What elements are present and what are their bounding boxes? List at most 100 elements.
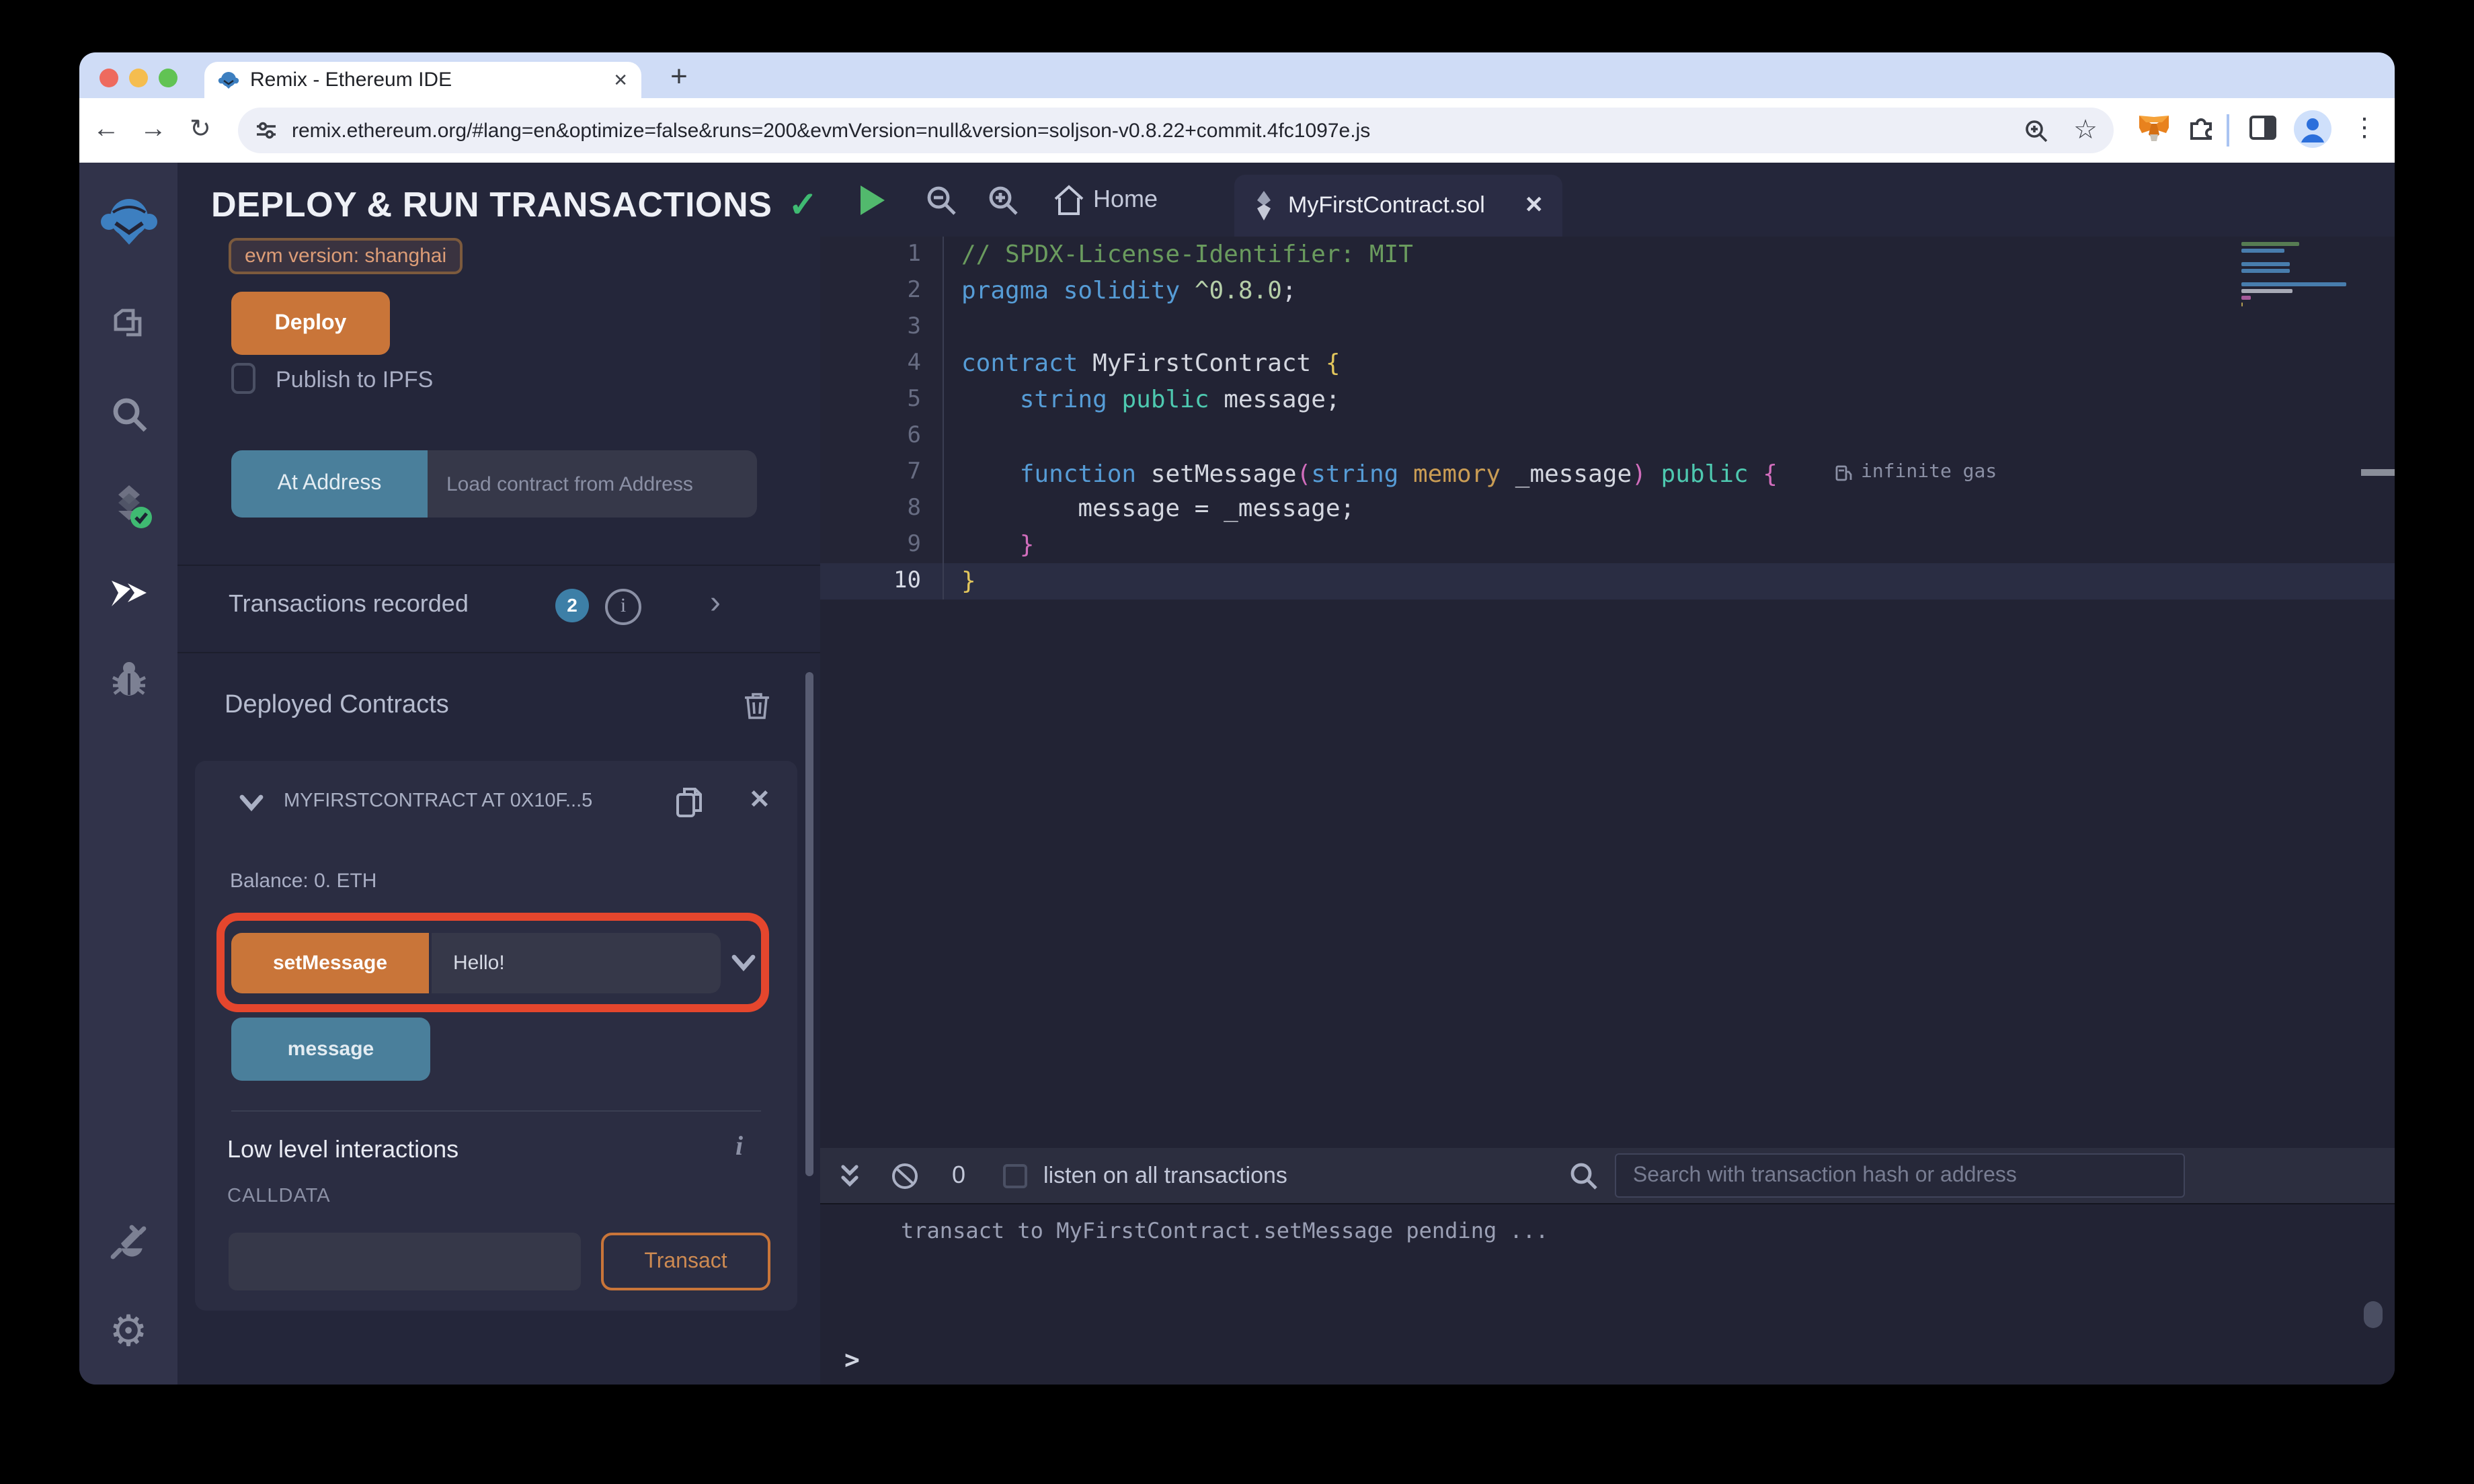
card-divider [231, 1110, 761, 1112]
code-editor[interactable]: 1 // SPDX-License-Identifier: MIT 2 pragma … [820, 237, 2395, 1148]
editor-column: Home MyFirstContract.sol ✕ 1 // SPDX-Lice… [820, 163, 2395, 1385]
line-number: 1 [820, 237, 944, 273]
contract-title: MYFIRSTCONTRACT AT 0X10F...5 [284, 790, 593, 812]
at-address-button[interactable]: At Address [231, 450, 428, 518]
set-message-expand-chevron-icon[interactable] [731, 953, 756, 972]
zoom-icon[interactable] [2024, 118, 2049, 143]
terminal-log[interactable]: transact to MyFirstContract.setMessage p… [820, 1204, 2395, 1385]
search-icon[interactable] [79, 394, 177, 434]
gas-annotation: infinite gas [1834, 454, 1997, 491]
editor-scroll-marker[interactable] [2361, 469, 2395, 476]
remix-logo [79, 194, 177, 253]
terminal-collapse-icon[interactable] [839, 1162, 861, 1189]
transactions-info-icon[interactable]: i [605, 589, 641, 625]
panel-scrollbar[interactable] [805, 672, 813, 1176]
settings-gear-icon[interactable]: ⚙ [79, 1308, 177, 1354]
home-tab-label[interactable]: Home [1093, 186, 1158, 214]
code-line[interactable]: 3 [820, 309, 2395, 345]
copy-icon[interactable] [672, 784, 707, 821]
browser-toolbar: ← → ↻ remix.ethereum.org/#lang=en&optimi… [79, 98, 2395, 163]
tab-close-icon[interactable]: ✕ [613, 69, 628, 91]
low-level-info-icon[interactable]: i [735, 1132, 743, 1163]
deploy-button[interactable]: Deploy [231, 292, 390, 355]
line-code: } [961, 567, 976, 595]
terminal-toolbar: 0 listen on all transactions [820, 1148, 2395, 1204]
transactions-expand-chevron-icon[interactable]: › [710, 585, 721, 622]
file-tab-label: MyFirstContract.sol [1288, 192, 1485, 218]
calldata-input[interactable] [229, 1233, 581, 1290]
zoom-in-icon[interactable] [987, 184, 1019, 216]
url-text[interactable]: remix.ethereum.org/#lang=en&optimize=fal… [292, 119, 2024, 142]
terminal-log-line: transact to MyFirstContract.setMessage p… [901, 1218, 1549, 1243]
reload-icon[interactable]: ↻ [190, 114, 211, 145]
menu-kebab-icon[interactable]: ⋮ [2352, 113, 2377, 144]
home-icon[interactable] [1051, 183, 1086, 218]
plugin-manager-icon[interactable] [79, 1219, 177, 1262]
set-message-button[interactable]: setMessage [231, 933, 429, 993]
zoom-out-icon[interactable] [925, 184, 957, 216]
line-code: pragma solidity ^0.8.0; [961, 277, 1297, 305]
line-number: 8 [820, 491, 944, 527]
code-line[interactable]: 7 function setMessage(string memory _mes… [820, 454, 2395, 491]
line-number: 2 [820, 273, 944, 309]
code-lines: 1 // SPDX-License-Identifier: MIT 2 pragma … [820, 237, 2395, 600]
bookmark-star-icon[interactable]: ☆ [2073, 117, 2098, 144]
code-line[interactable]: 10} [820, 563, 2395, 600]
deployed-contract-card: MYFIRSTCONTRACT AT 0X10F...5 ✕ Balance: … [195, 761, 797, 1311]
tab-title: Remix - Ethereum IDE [250, 69, 452, 91]
contract-close-icon[interactable]: ✕ [749, 785, 770, 816]
section-divider [177, 565, 820, 566]
window-zoom-button[interactable] [159, 69, 177, 87]
terminal-search-icon [1570, 1161, 1599, 1190]
run-script-play-icon[interactable] [861, 186, 885, 215]
panel-title: DEPLOY & RUN TRANSACTIONS [211, 184, 772, 224]
code-line[interactable]: 5 string public message; [820, 382, 2395, 418]
solidity-file-icon [1253, 190, 1275, 222]
message-button[interactable]: message [231, 1018, 430, 1081]
terminal-scrollbar-thumb[interactable] [2364, 1301, 2383, 1328]
line-code: message = _message; [961, 495, 1355, 523]
transact-button[interactable]: Transact [601, 1233, 770, 1290]
new-tab-button[interactable]: + [660, 58, 698, 95]
profile-avatar[interactable] [2292, 109, 2333, 149]
terminal-prompt[interactable]: > [844, 1346, 860, 1375]
at-address-input[interactable] [428, 450, 757, 518]
code-line[interactable]: 2 pragma solidity ^0.8.0; [820, 273, 2395, 309]
back-icon[interactable]: ← [93, 114, 120, 145]
minimap[interactable] [2241, 242, 2353, 309]
listen-all-checkbox[interactable] [1003, 1163, 1028, 1188]
solidity-compiler-icon[interactable] [79, 481, 177, 530]
deploy-run-icon[interactable] [79, 570, 177, 616]
contract-collapse-chevron-icon[interactable] [239, 793, 264, 812]
trash-icon[interactable] [742, 690, 772, 722]
window-minimize-button[interactable] [129, 69, 148, 87]
code-line[interactable]: 9 } [820, 527, 2395, 563]
code-line[interactable]: 8 message = _message; [820, 491, 2395, 527]
line-code: function setMessage(string memory _messa… [944, 454, 1997, 491]
code-line[interactable]: 4 contract MyFirstContract { [820, 345, 2395, 382]
metamask-icon[interactable] [2137, 112, 2171, 147]
listen-all-label: listen on all transactions [1043, 1162, 1287, 1188]
file-explorer-icon[interactable] [79, 305, 177, 345]
code-line[interactable]: 6 [820, 418, 2395, 454]
section-divider [177, 652, 820, 653]
forward-icon[interactable]: → [140, 114, 167, 145]
app-content: ⚙ DEPLOY & RUN TRANSACTIONS ✓ › evm vers… [79, 163, 2395, 1385]
set-message-input[interactable] [432, 933, 721, 993]
side-panel-icon[interactable] [2247, 112, 2279, 144]
extensions-puzzle-icon[interactable] [2185, 112, 2217, 144]
url-bar[interactable]: remix.ethereum.org/#lang=en&optimize=fal… [238, 108, 2114, 153]
file-tab[interactable]: MyFirstContract.sol ✕ [1234, 175, 1562, 237]
browser-tab[interactable]: Remix - Ethereum IDE ✕ [204, 62, 641, 98]
file-tab-close-icon[interactable]: ✕ [1525, 192, 1544, 219]
window-close-button[interactable] [99, 69, 118, 87]
browser-window: Remix - Ethereum IDE ✕ + ← → ↻ remix.eth… [79, 52, 2395, 1385]
debugger-icon[interactable] [79, 659, 177, 702]
terminal-search-input[interactable] [1615, 1153, 2186, 1198]
site-settings-icon[interactable] [254, 118, 278, 142]
publish-ipfs-checkbox[interactable] [231, 363, 255, 394]
code-line[interactable]: 1 // SPDX-License-Identifier: MIT [820, 237, 2395, 273]
clear-console-icon[interactable] [890, 1161, 920, 1190]
